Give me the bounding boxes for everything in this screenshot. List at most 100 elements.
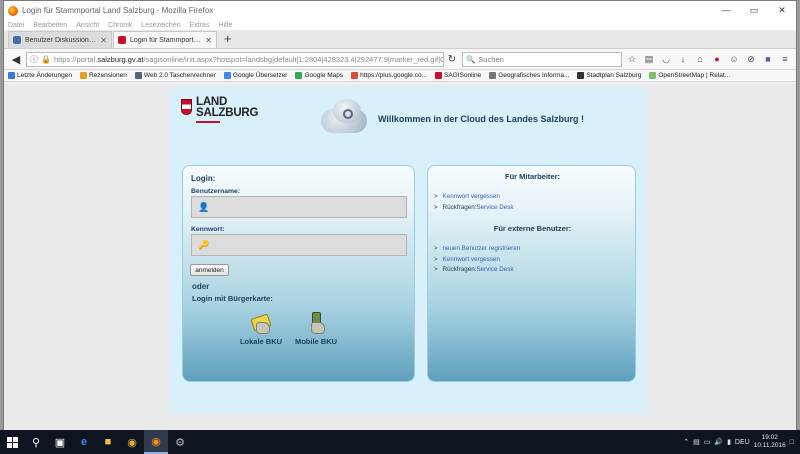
file-explorer-icon[interactable]: ■: [96, 430, 120, 454]
tab-login-stammportal[interactable]: Login für Stammportal Land S... ✕: [113, 31, 217, 48]
block-icon[interactable]: ⊘: [744, 54, 758, 65]
monitor-icon[interactable]: ▭: [704, 438, 711, 446]
bookmark-item[interactable]: Google Übersetzer: [223, 72, 288, 79]
username-label: Benutzername:: [191, 188, 241, 195]
bookmark-item[interactable]: OpenStreetMap | Relat...: [649, 72, 730, 79]
firefox-icon: [8, 5, 18, 16]
sagis-icon: [435, 72, 443, 79]
osm-icon: [649, 72, 657, 79]
menu-datei[interactable]: Datei: [8, 22, 24, 29]
username-field[interactable]: 👤: [191, 196, 407, 218]
pocket-icon[interactable]: ◡: [659, 54, 673, 65]
reading-list-icon[interactable]: ▤: [642, 54, 656, 65]
bookmark-item[interactable]: Google Maps: [295, 72, 343, 79]
user-icon: 👤: [198, 201, 210, 212]
adblock-icon[interactable]: ●: [710, 54, 724, 65]
home-icon[interactable]: ⌂: [693, 54, 707, 65]
edge-icon[interactable]: e: [72, 430, 96, 454]
wikipedia-icon: [13, 36, 21, 44]
bookmark-star-icon[interactable]: ☆: [625, 54, 639, 65]
register-link[interactable]: neuen Benutzer registrieren: [443, 245, 521, 252]
account-icon[interactable]: ☺: [727, 54, 741, 65]
menu-ansicht[interactable]: Ansicht: [76, 22, 99, 29]
kennwort-vergessen-link[interactable]: Kennwort vergessen: [443, 193, 500, 200]
app-icon[interactable]: ⚙: [168, 430, 192, 454]
task-view-icon[interactable]: ▣: [48, 430, 72, 454]
land-salzburg-logo: LAND SALZBURG: [181, 96, 261, 125]
menu-chronik[interactable]: Chronik: [108, 22, 132, 29]
search-icon: 🔍: [466, 54, 476, 64]
logo-line-2: SALZBURG: [196, 107, 259, 119]
smartcard-icon: [249, 311, 273, 335]
close-tab-icon[interactable]: ✕: [205, 36, 212, 45]
extension-icon[interactable]: ■: [761, 54, 775, 65]
chevron-right-icon: >: [434, 256, 438, 263]
tab-benutzer-diskussion[interactable]: Benutzer Diskussion:Asterix... ✕: [8, 31, 112, 48]
bookmark-icon: [8, 72, 15, 79]
clock[interactable]: 19:02 10.11.2016: [754, 434, 786, 450]
bookmark-item[interactable]: Geografisches Informa...: [489, 72, 569, 79]
kennwort-vergessen-link[interactable]: Kennwort vergessen: [443, 256, 500, 263]
reload-icon[interactable]: ↻: [444, 51, 460, 67]
bookmark-item[interactable]: Stadtplan Salzburg: [577, 72, 641, 79]
language-indicator[interactable]: DEU: [735, 439, 750, 446]
close-window-button[interactable]: ✕: [768, 5, 796, 16]
window-controls: — ▭ ✕: [712, 5, 796, 16]
url-prefix: https://portal.: [53, 54, 98, 64]
list-item: > Kennwort vergessen: [434, 192, 514, 203]
url-bar[interactable]: ⓘ 🔒 https://portal. salzburg.gv.at/sagiso…: [26, 51, 444, 67]
new-tab-button[interactable]: +: [218, 31, 238, 48]
lokale-bku-label: Lokale BKU: [239, 337, 283, 346]
password-label: Kennwort:: [191, 226, 225, 233]
coat-of-arms-icon: [181, 99, 192, 115]
bookmark-item[interactable]: Rezensionen: [79, 72, 127, 79]
chevron-right-icon: >: [434, 246, 438, 252]
bookmark-item[interactable]: Letzte Änderungen: [8, 72, 72, 79]
bookmark-label: Google Übersetzer: [232, 72, 288, 79]
firefox-taskbar-icon[interactable]: ◉: [144, 430, 168, 454]
menu-extras[interactable]: Extras: [190, 22, 210, 29]
list-item: > Rückfragen:Service Desk: [434, 203, 514, 214]
service-desk-link[interactable]: Service Desk: [476, 266, 513, 273]
mobile-bku-button[interactable]: Mobile BKU: [294, 311, 338, 346]
url-rest: /sagisonline/init.aspx?hotspot=landsbg|d…: [143, 54, 443, 64]
minimize-button[interactable]: —: [712, 5, 740, 16]
buergerkarte-label: Login mit Bürgerkarte:: [192, 294, 273, 303]
location-pin-icon: [489, 72, 497, 79]
download-icon[interactable]: ↓: [676, 54, 690, 65]
bookmark-item[interactable]: https://plus.google.co...: [351, 72, 427, 79]
lokale-bku-button[interactable]: Lokale BKU: [239, 311, 283, 346]
bookmark-item[interactable]: SAGISonline: [435, 72, 481, 79]
menu-hilfe[interactable]: Hilfe: [218, 22, 232, 29]
maps-icon: [295, 72, 303, 79]
battery-icon[interactable]: ▮: [727, 438, 731, 446]
search-input[interactable]: 🔍 Suchen: [462, 51, 622, 67]
back-button[interactable]: ◀: [8, 51, 24, 67]
external-title: Für externe Benutzer:: [493, 224, 572, 233]
network-icon[interactable]: ▤: [693, 438, 700, 446]
menu-icon[interactable]: ≡: [778, 54, 792, 65]
maximize-button[interactable]: ▭: [740, 5, 768, 16]
oder-text: oder: [192, 282, 210, 291]
volume-icon[interactable]: 🔊: [714, 438, 723, 446]
anmelden-button[interactable]: anmelden: [190, 264, 229, 276]
search-placeholder: Suchen: [478, 54, 504, 64]
bookmark-item[interactable]: Web 2.0 Taschenrechner: [134, 72, 216, 79]
chevron-up-icon[interactable]: ⌃: [683, 438, 689, 446]
password-field[interactable]: 🔑: [191, 234, 407, 256]
service-desk-link[interactable]: Service Desk: [476, 204, 513, 211]
clock-date: 10.11.2016: [753, 442, 786, 449]
start-button[interactable]: [0, 430, 24, 454]
close-tab-icon[interactable]: ✕: [100, 36, 107, 45]
menu-bearbeiten[interactable]: Bearbeiten: [33, 22, 67, 29]
search-icon[interactable]: ⚲: [24, 430, 48, 454]
menu-lesezeichen[interactable]: Lesezeichen: [141, 22, 180, 29]
bookmark-label: SAGISonline: [444, 72, 482, 79]
help-panel: Für Mitarbeiter: > Kennwort vergessen > Rü…: [427, 165, 636, 382]
info-icon[interactable]: ⓘ: [30, 54, 38, 65]
chrome-icon[interactable]: ◉: [120, 430, 144, 454]
google-plus-icon: [351, 72, 359, 79]
notification-icon[interactable]: □: [790, 439, 794, 446]
page-content: LAND SALZBURG Willkommen in der Cloud de…: [4, 84, 796, 430]
calculator-icon: [134, 72, 142, 79]
